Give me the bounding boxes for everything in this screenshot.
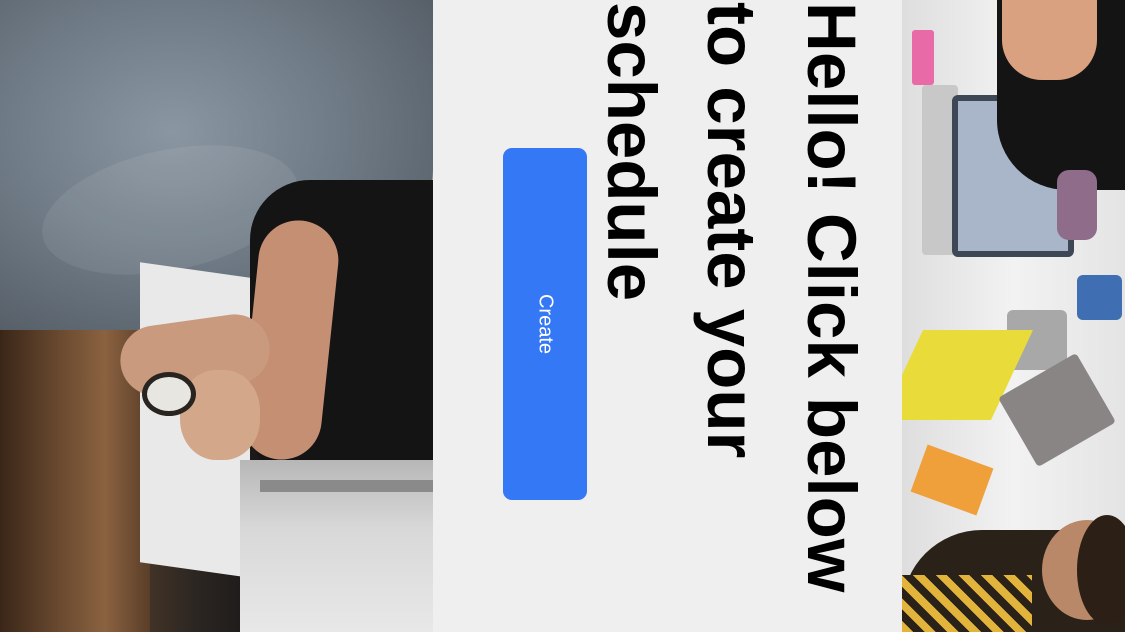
plaid-shirt-shape <box>902 575 1032 632</box>
watch-shape <box>142 372 196 416</box>
create-button-label: Create <box>534 293 557 355</box>
blue-object-shape <box>1077 275 1122 320</box>
mouse-shape <box>1057 170 1097 240</box>
create-button[interactable]: Create <box>503 148 587 500</box>
floor-stripe-shape <box>260 480 433 492</box>
pink-note-shape <box>912 30 934 85</box>
arm-top-shape <box>1002 0 1097 80</box>
greeting-heading: Hello! Click below to create your schedu… <box>593 2 870 593</box>
app-screen: Hello! Click below to create your schedu… <box>0 0 1125 632</box>
background-photo-right <box>902 0 1125 632</box>
background-photo-left <box>0 0 433 632</box>
